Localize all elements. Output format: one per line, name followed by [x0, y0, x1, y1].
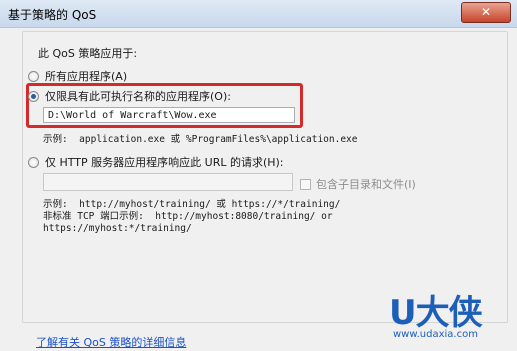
radio-specific-exe-button[interactable] [28, 90, 39, 102]
radio-http-url[interactable]: 仅 HTTP 服务器应用程序响应此 URL 的请求(H): [28, 154, 284, 170]
watermark-logo: U大侠 www.udaxia.com [387, 289, 507, 344]
radio-specific-exe[interactable]: 仅限具有此可执行名称的应用程序(O): [28, 88, 231, 104]
url-input[interactable] [43, 173, 293, 191]
title-bar: 基于策略的 QoS ✕ [0, 0, 517, 28]
url-example-line2: 非标准 TCP 端口示例: http://myhost:8080/trainin… [43, 211, 333, 222]
url-example-line3: https://myhost:*/training/ [43, 223, 192, 234]
exe-example-text: 示例: application.exe 或 %ProgramFiles%\app… [43, 134, 358, 145]
radio-http-url-button[interactable] [28, 156, 39, 168]
radio-all-apps[interactable]: 所有应用程序(A) [28, 68, 127, 84]
exe-path-input[interactable]: D:\World of Warcraft\Wow.exe [43, 107, 295, 123]
watermark-url: www.udaxia.com [393, 329, 478, 340]
learn-more-link[interactable]: 了解有关 QoS 策略的详细信息 [36, 334, 186, 350]
url-example-line1: 示例: http://myhost/training/ 或 https://*/… [43, 199, 341, 210]
include-subdirs-box[interactable] [300, 178, 311, 190]
watermark-brand: U大侠 [389, 293, 483, 333]
section-heading: 此 QoS 策略应用于: [38, 47, 138, 60]
radio-http-url-label: 仅 HTTP 服务器应用程序响应此 URL 的请求(H): [45, 156, 284, 169]
include-subdirs-label: 包含子目录和文件(I) [316, 178, 416, 191]
radio-all-apps-label: 所有应用程序(A) [45, 70, 128, 83]
radio-all-apps-button[interactable] [28, 70, 39, 82]
window-title: 基于策略的 QoS [8, 8, 97, 22]
include-subdirs-checkbox[interactable]: 包含子目录和文件(I) [300, 176, 416, 192]
close-button[interactable]: ✕ [461, 2, 511, 23]
close-icon: ✕ [480, 5, 492, 19]
radio-specific-exe-label: 仅限具有此可执行名称的应用程序(O): [45, 90, 231, 103]
